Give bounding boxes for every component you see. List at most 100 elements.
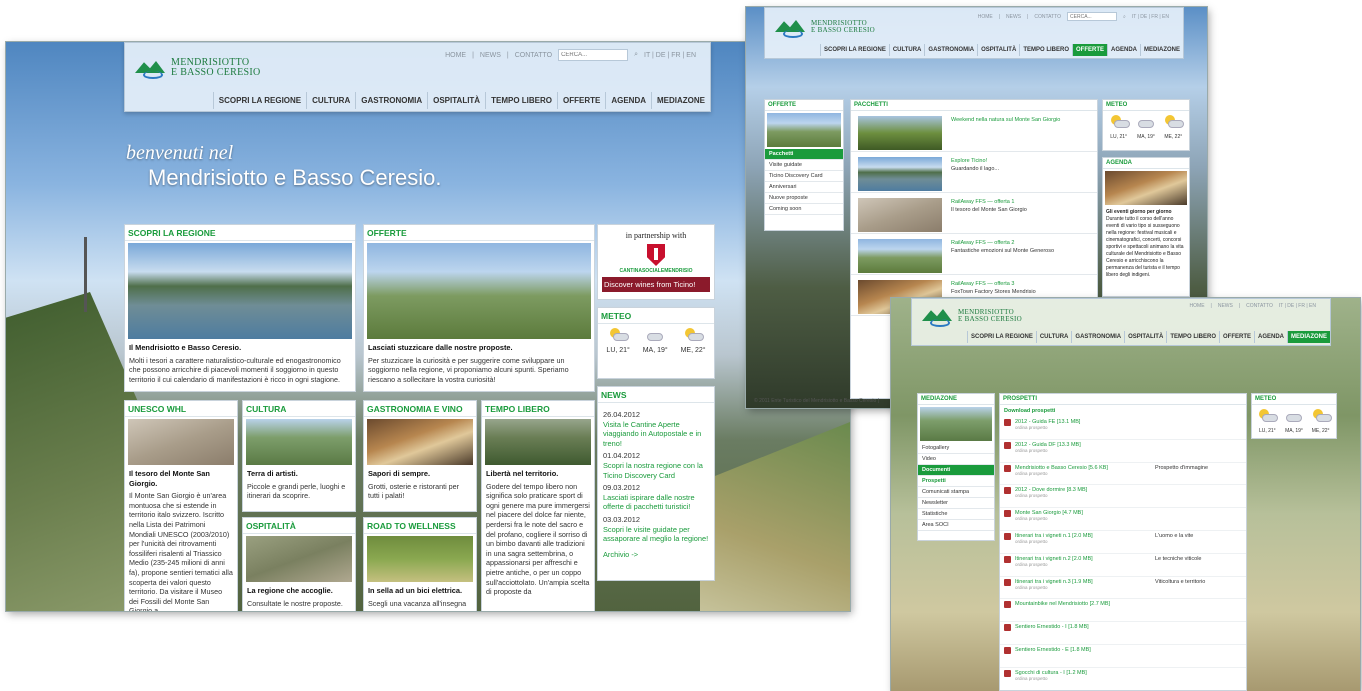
news-link[interactable]: NEWS [1006, 14, 1021, 20]
news-link[interactable]: Scopri le visite guidate per assaporare … [603, 525, 709, 544]
prospetto-row[interactable]: Sgocchi di cultura - I [1.2 MB] ordina pr… [1000, 668, 1246, 690]
nav-agenda[interactable]: AGENDA [605, 92, 651, 109]
menu-item-documenti[interactable]: Documenti [918, 465, 994, 476]
forest-photo[interactable] [485, 419, 591, 465]
prospetto-row[interactable]: Sentiero Ernestido - E [1.8 MB] [1000, 645, 1246, 668]
order-link[interactable]: ordina prospetto [1015, 562, 1155, 567]
nav-cultura[interactable]: CULTURA [306, 92, 355, 109]
nav-mediazone[interactable]: MEDIAZONE [1287, 331, 1330, 343]
menu-item-discovery-card[interactable]: Ticino Discovery Card [765, 171, 843, 182]
home-link[interactable]: HOME [978, 14, 993, 20]
search-input[interactable] [558, 49, 629, 61]
menu-item-comunicati[interactable]: Comunicati stampa [918, 487, 994, 498]
package-item[interactable]: Weekend nella natura sul Monte San Giorg… [851, 111, 1097, 152]
prospetto-row[interactable]: Mountainbike nel Mendrisiotto [2.7 MB] [1000, 599, 1246, 623]
order-link[interactable]: ordina prospetto [1015, 471, 1155, 476]
box-title[interactable]: ROAD TO WELLNESS [364, 518, 476, 534]
language-switcher[interactable]: IT | DE | FR | EN [644, 52, 696, 59]
home-link[interactable]: HOME [1190, 303, 1205, 309]
bike-road-photo[interactable] [367, 536, 473, 582]
order-link[interactable]: ordina prospetto [1015, 539, 1155, 544]
package-item[interactable]: Explore Ticino! Guardando il lago... [851, 152, 1097, 193]
prospetto-name[interactable]: Itinerari tra i vigneti n.3 [1015, 579, 1071, 585]
nav-ospitalita[interactable]: OSPITALITÀ [1124, 331, 1166, 343]
nav-gastronomia[interactable]: GASTRONOMIA [355, 92, 427, 109]
nav-cultura[interactable]: CULTURA [1035, 331, 1072, 343]
site-logo[interactable]: MENDRISIOTTO E BASSO CERESIO [775, 16, 875, 38]
prospetto-name[interactable]: Sentiero Ernestido - I [1015, 624, 1067, 630]
prospetto-name[interactable]: 2012 - Guida DF [1015, 442, 1056, 448]
news-link[interactable]: Scopri la nostra regione con la Ticino D… [603, 461, 709, 480]
prospetto-name[interactable]: Mountainbike nel Mendrisiotto [1015, 601, 1088, 607]
box-title[interactable]: OFFERTE [364, 225, 594, 241]
prospetto-name[interactable]: Sentiero Ernestido - E [1015, 647, 1069, 653]
menu-item-newsletter[interactable]: Newsletter [918, 498, 994, 509]
menu-item-visite[interactable]: Visite guidate [765, 160, 843, 171]
archive-link[interactable]: Archivio -> [603, 550, 709, 560]
menu-item-nuove-proposte[interactable]: Nuove proposte [765, 193, 843, 204]
nav-offerte[interactable]: OFFERTE [556, 92, 605, 109]
prospetto-row[interactable]: Sentiero Ernestido - I [1.8 MB] [1000, 622, 1246, 645]
menu-item-area-soci[interactable]: Area SOCI [918, 520, 994, 531]
nav-gastronomia[interactable]: GASTRONOMIA [924, 44, 977, 56]
nav-ospitalita[interactable]: OSPITALITÀ [427, 92, 485, 109]
nav-agenda[interactable]: AGENDA [1253, 331, 1287, 343]
site-logo[interactable]: MENDRISIOTTO E BASSO CERESIO [922, 305, 1022, 327]
nav-tempo-libero[interactable]: TEMPO LIBERO [1166, 331, 1219, 343]
contact-link[interactable]: CONTATTO [1246, 303, 1273, 309]
news-link[interactable]: Lasciati ispirare dalle nostre offerte d… [603, 493, 709, 512]
paraglider-photo[interactable] [367, 243, 591, 339]
nav-agenda[interactable]: AGENDA [1106, 44, 1140, 56]
nav-ospitalita[interactable]: OSPITALITÀ [977, 44, 1019, 56]
order-link[interactable]: ordina prospetto [1015, 493, 1155, 498]
menu-item-anniversari[interactable]: Anniversari [765, 182, 843, 193]
prospetto-row[interactable]: Itinerari tra i vigneti n.1 [2.0 MB] ordi… [1000, 531, 1246, 554]
menu-item-statistiche[interactable]: Statistiche [918, 509, 994, 520]
nav-offerte[interactable]: OFFERTE [1071, 44, 1107, 56]
menu-item-coming-soon[interactable]: Coming soon [765, 204, 843, 215]
search-icon[interactable]: ⌕ [1123, 14, 1126, 20]
fossil-photo[interactable] [128, 419, 234, 465]
prospetto-row[interactable]: 2012 - Guida DF [13.3 MB] ordina prospett… [1000, 440, 1246, 463]
prospetto-row[interactable]: Mendrisiotto e Basso Ceresio [5.6 KB] ord… [1000, 463, 1246, 486]
nav-tempo-libero[interactable]: TEMPO LIBERO [1019, 44, 1072, 56]
site-logo[interactable]: MENDRISIOTTO E BASSO CERESIO [135, 57, 261, 79]
order-link[interactable]: ordina prospetto [1015, 585, 1155, 590]
news-link[interactable]: NEWS [1218, 303, 1233, 309]
prospetto-name[interactable]: Mendrisiotto e Basso Ceresio [1015, 465, 1087, 471]
box-title[interactable]: TEMPO LIBERO [482, 401, 594, 417]
nav-gastronomia[interactable]: GASTRONOMIA [1071, 331, 1124, 343]
nav-offerte[interactable]: OFFERTE [1218, 331, 1254, 343]
nav-scopri[interactable]: SCOPRI LA REGIONE [967, 331, 1036, 343]
box-title[interactable]: OSPITALITÀ [243, 518, 355, 534]
prospetto-name[interactable]: Sgocchi di cultura - I [1015, 670, 1065, 676]
box-title[interactable]: UNESCO WHL [125, 401, 237, 417]
news-link[interactable]: Visita le Cantine Aperte viaggiando in A… [603, 420, 709, 449]
search-icon[interactable]: ⌕ [634, 51, 638, 59]
box-title[interactable]: GASTRONOMIA E VINO [364, 401, 476, 417]
contact-link[interactable]: CONTATTO [515, 52, 552, 59]
nav-mediazone[interactable]: MEDIAZONE [1140, 44, 1183, 56]
grotto-photo[interactable] [367, 419, 473, 465]
menu-item-fotogallery[interactable]: Fotogallery [918, 443, 994, 454]
package-item[interactable]: RailAway FFS — offerta 1 Il tesoro del Mo… [851, 193, 1097, 234]
agenda-photo[interactable] [1105, 171, 1187, 205]
prospetto-row[interactable]: Monte San Giorgio [4.7 MB] ordina prospet… [1000, 508, 1246, 531]
nav-scopri[interactable]: SCOPRI LA REGIONE [820, 44, 889, 56]
box-title[interactable]: SCOPRI LA REGIONE [125, 225, 355, 241]
village-photo[interactable] [246, 419, 352, 465]
prospetto-row[interactable]: Itinerari tra i vigneti n.2 [2.0 MB] ordi… [1000, 554, 1246, 577]
order-link[interactable]: ordina prospetto [1015, 425, 1155, 430]
news-link[interactable]: NEWS [480, 52, 501, 59]
box-title[interactable]: CULTURA [243, 401, 355, 417]
order-link[interactable]: ordina prospetto [1015, 676, 1155, 681]
home-link[interactable]: HOME [445, 52, 466, 59]
nav-scopri[interactable]: SCOPRI LA REGIONE [212, 92, 306, 109]
partner-box[interactable]: in partnership with CANTINASOCIALEMENDRI… [597, 224, 715, 300]
prospetto-row[interactable]: 2012 - Guida FE [13.1 MB] ordina prospett… [1000, 417, 1246, 440]
prospetto-row[interactable]: Itinerari tra i vigneti n.3 [1.9 MB] ordi… [1000, 577, 1246, 600]
menu-item-pacchetti[interactable]: Pacchetti [765, 149, 843, 160]
nav-cultura[interactable]: CULTURA [888, 44, 925, 56]
stone-house-photo[interactable] [246, 536, 352, 582]
order-link[interactable]: ordina prospetto [1015, 448, 1155, 453]
